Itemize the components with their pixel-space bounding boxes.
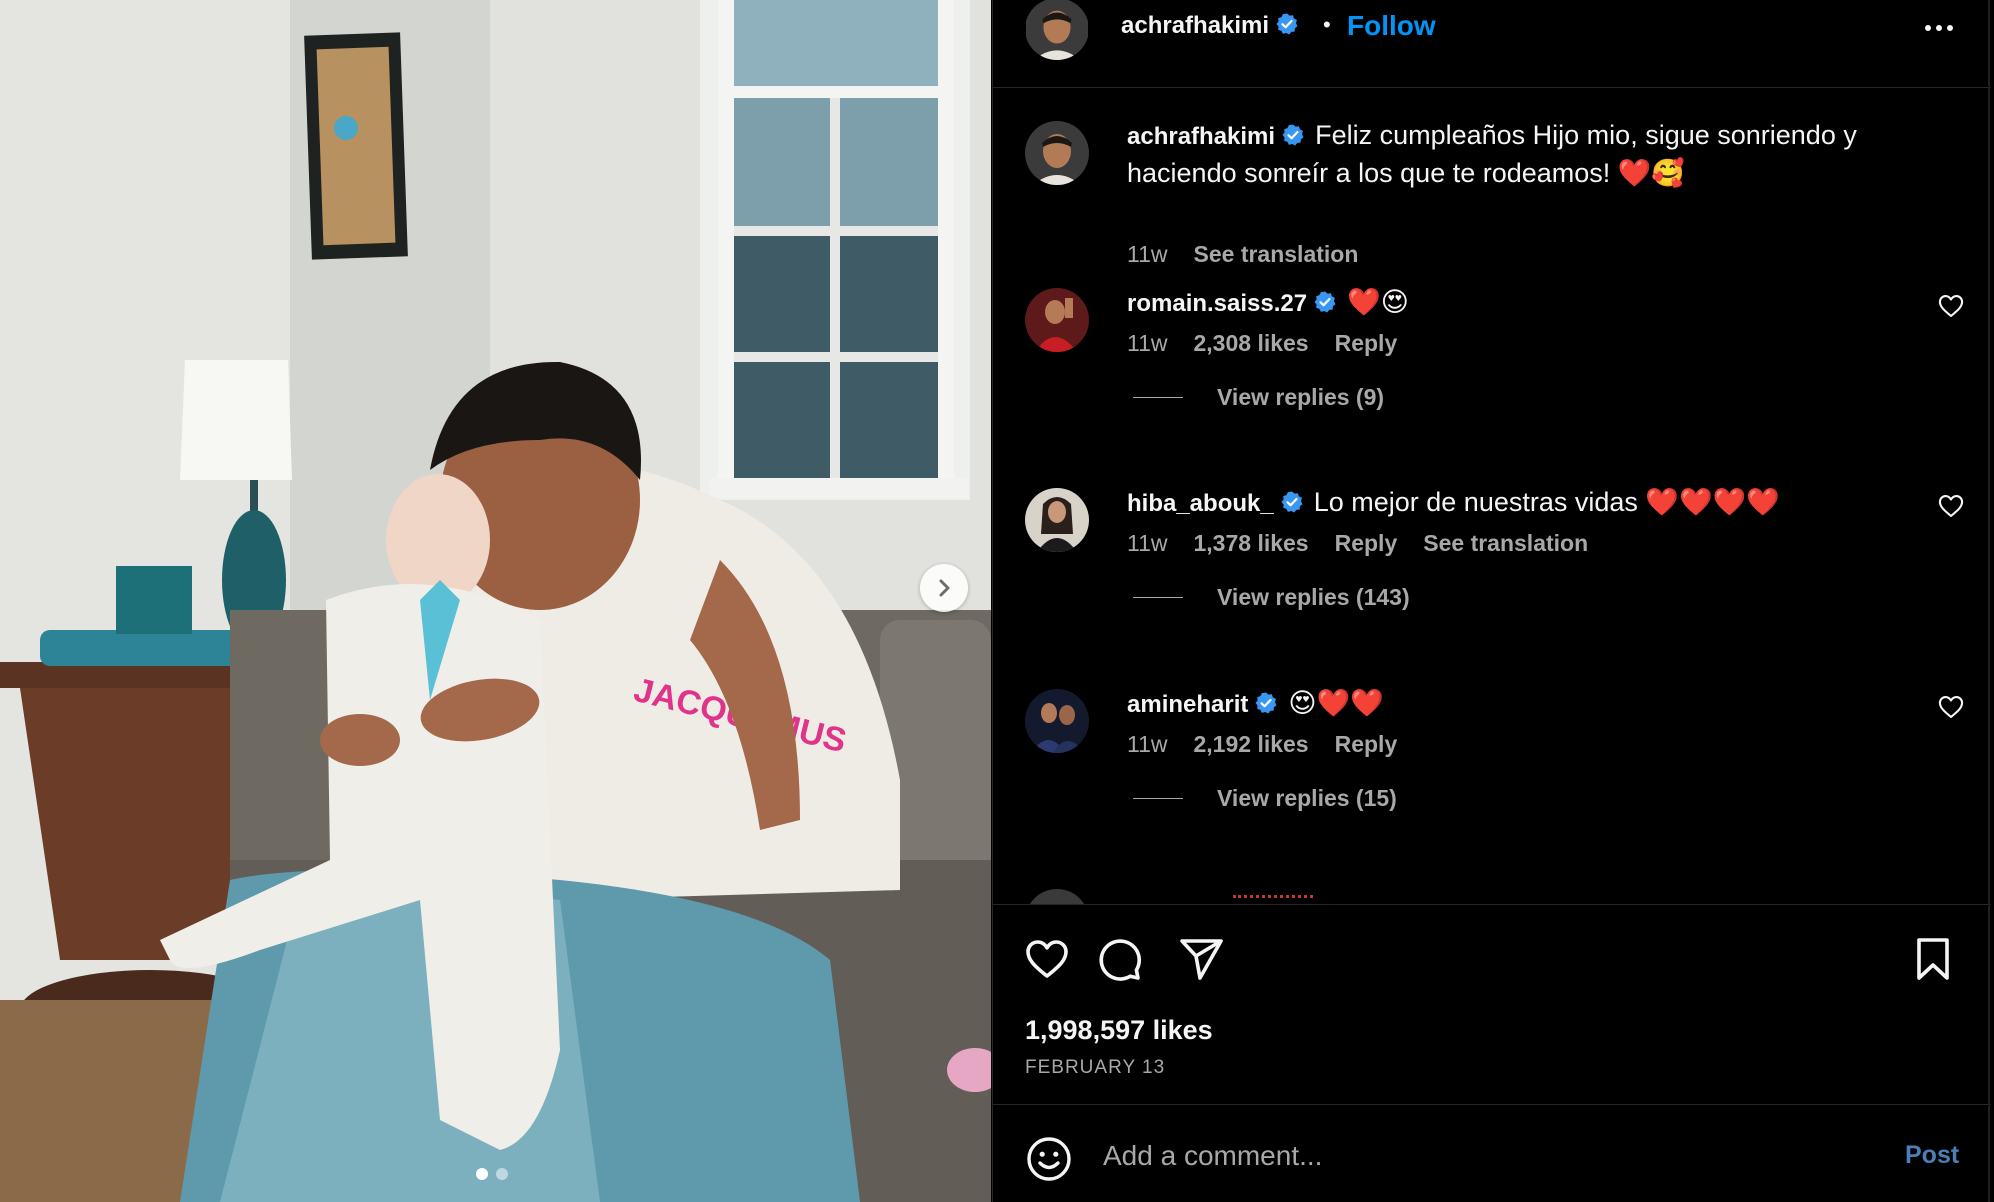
header-separator: •: [1323, 12, 1331, 37]
comment-bubble-icon[interactable]: [1095, 935, 1143, 983]
caption-body: achrafhakimi Feliz cumpleaños Hijo mio, s…: [1127, 117, 1917, 192]
author-username[interactable]: achrafhakimi: [1121, 12, 1299, 40]
verified-badge-icon: [1255, 692, 1277, 714]
comment-username[interactable]: amineharit: [1127, 691, 1278, 718]
comment-meta: 11w 2,192 likes Reply: [1127, 731, 1397, 758]
comment-time: 11w: [1127, 530, 1168, 556]
commenter-avatar[interactable]: [1025, 689, 1089, 753]
post-details-panel: achrafhakimi • Follow achrafhakimi Feliz …: [992, 0, 1994, 1202]
comment-time: 11w: [1127, 731, 1168, 757]
comment-meta: 11w 1,378 likes Reply See translation: [1127, 530, 1588, 557]
reply-button[interactable]: Reply: [1335, 330, 1398, 357]
post-comment-button[interactable]: Post: [1905, 1141, 1959, 1170]
comment-likes[interactable]: 2,192 likes: [1194, 731, 1309, 758]
heart-icon[interactable]: [1023, 935, 1071, 983]
view-replies-label: View replies (9): [1217, 384, 1385, 410]
post-photo: JACQUEMUS: [0, 0, 991, 1202]
view-replies-button[interactable]: View replies (9): [1133, 384, 1384, 411]
author-avatar[interactable]: [1025, 0, 1089, 60]
post-image: JACQUEMUS: [0, 0, 991, 1202]
paper-plane-icon[interactable]: [1177, 935, 1225, 983]
comment-like-icon[interactable]: [1937, 292, 1965, 320]
commenter-avatar-partial: [1025, 889, 1089, 904]
caption-username[interactable]: achrafhakimi: [1127, 123, 1305, 150]
comment-likes[interactable]: 2,308 likes: [1194, 330, 1309, 357]
view-replies-button[interactable]: View replies (143): [1133, 584, 1410, 611]
bookmark-icon[interactable]: [1909, 935, 1957, 983]
caption-meta: 11w See translation: [1127, 241, 1358, 268]
view-replies-button[interactable]: View replies (15): [1133, 785, 1397, 812]
comment-composer: Post: [993, 1104, 1991, 1202]
replies-divider: [1133, 397, 1183, 398]
commenter-avatar[interactable]: [1025, 288, 1089, 352]
scrollbar[interactable]: [1988, 0, 1990, 1202]
commenter-avatar[interactable]: [1025, 488, 1089, 552]
comment-like-icon[interactable]: [1937, 492, 1965, 520]
verified-badge-icon: [1281, 491, 1303, 513]
follow-button[interactable]: Follow: [1347, 10, 1436, 42]
ellipsis-icon: [1925, 25, 1931, 31]
view-replies-label: View replies (15): [1217, 785, 1397, 811]
carousel-indicator: [476, 1168, 508, 1180]
see-translation-button[interactable]: See translation: [1423, 530, 1588, 557]
post-likes-count[interactable]: 1,998,597 likes: [1025, 1015, 1213, 1046]
add-comment-input[interactable]: [1103, 1131, 1863, 1181]
replies-divider: [1133, 798, 1183, 799]
view-replies-label: View replies (143): [1217, 584, 1410, 610]
comment-like-icon[interactable]: [1937, 693, 1965, 721]
post-actions: 1,998,597 likes FEBRUARY 13: [993, 904, 1991, 1104]
comment-body: romain.saiss.27 ❤️😍: [1127, 284, 1917, 322]
partial-comment-text: [1233, 895, 1313, 898]
comment-likes[interactable]: 1,378 likes: [1194, 530, 1309, 557]
comment-username[interactable]: romain.saiss.27: [1127, 290, 1337, 317]
comments-list[interactable]: achrafhakimi Feliz cumpleaños Hijo mio, s…: [993, 89, 1991, 904]
verified-badge-icon: [1276, 13, 1298, 35]
post-header: achrafhakimi • Follow: [993, 0, 1991, 88]
comment-meta: 11w 2,308 likes Reply: [1127, 330, 1397, 357]
comment-text: Lo mejor de nuestras vidas ❤️❤️❤️❤️: [1313, 487, 1780, 517]
verified-badge-icon: [1282, 124, 1304, 146]
comment-body: hiba_abouk_ Lo mejor de nuestras vidas ❤️…: [1127, 484, 1917, 522]
comment-text: ❤️😍: [1347, 287, 1409, 317]
smiley-icon[interactable]: [1025, 1135, 1073, 1183]
carousel-next-button[interactable]: [920, 564, 968, 612]
reply-button[interactable]: Reply: [1335, 731, 1398, 758]
more-options-button[interactable]: [1917, 14, 1961, 42]
carousel-dot: [496, 1168, 508, 1180]
reply-button[interactable]: Reply: [1335, 530, 1398, 557]
carousel-dot-active: [476, 1168, 488, 1180]
see-translation-button[interactable]: See translation: [1194, 241, 1359, 268]
post-date[interactable]: FEBRUARY 13: [1025, 1057, 1165, 1079]
chevron-right-icon: [939, 579, 950, 597]
caption-time: 11w: [1127, 241, 1168, 267]
comment-text: 😍❤️❤️: [1288, 688, 1384, 718]
comment-body: amineharit 😍❤️❤️: [1127, 685, 1917, 723]
caption-author-avatar[interactable]: [1025, 121, 1089, 185]
comment-username[interactable]: hiba_abouk_: [1127, 490, 1304, 517]
replies-divider: [1133, 597, 1183, 598]
verified-badge-icon: [1314, 291, 1336, 313]
comment-time: 11w: [1127, 330, 1168, 356]
